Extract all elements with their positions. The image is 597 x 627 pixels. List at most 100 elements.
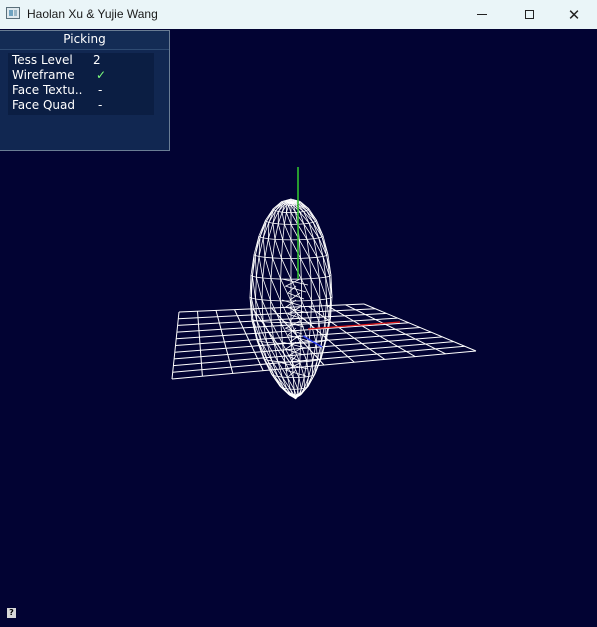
mesh-edge [306,342,310,362]
mesh-edge [303,222,310,225]
mesh-edge [284,224,292,241]
minimize-icon [477,14,487,15]
mesh-edge [281,258,292,280]
mesh-edge [264,238,269,258]
mesh-edge [263,237,269,240]
panel-title[interactable]: Picking [0,31,169,50]
mesh-edge [300,343,308,362]
mesh-edge [282,224,285,240]
mesh-edge [262,277,272,280]
mesh-edge [256,276,263,279]
mesh-edge [290,258,302,280]
mesh-edge [255,255,260,257]
mesh-edge [318,320,326,323]
app-icon[interactable] [6,7,20,19]
mesh-edge [255,298,263,301]
mesh-edge [310,278,321,300]
mesh-edge [272,223,276,240]
mesh-edge [252,275,257,278]
mesh-edge [310,277,320,280]
mesh-edge [282,239,292,259]
face-quad-value[interactable]: - [98,98,102,113]
mesh-edge [291,343,293,363]
mesh-edge [310,321,319,323]
grid-line [363,303,477,352]
mesh-edge [316,341,322,343]
minimize-button[interactable] [459,0,505,29]
mesh-edge [298,361,301,378]
mesh-edge [310,322,317,343]
mesh-edge [300,278,312,301]
tess-level-value[interactable]: 2 [93,53,101,68]
mesh-edge [319,298,327,301]
mesh-edge [258,256,265,258]
mesh-edge [266,221,270,223]
face-quad-label: Face Quad [12,98,75,112]
mesh-edge [304,376,309,378]
mesh-edge [254,255,257,278]
mesh-edge [262,257,266,279]
mesh-edge [251,297,256,300]
grid-line [177,312,387,326]
close-icon: ✕ [567,5,581,24]
mesh-edge [317,256,324,258]
mesh-edge [299,211,304,213]
mesh-edge [324,298,327,321]
mesh-edge [281,239,284,259]
wireframe-label: Wireframe [12,68,75,82]
mesh-edge [318,299,321,322]
window-title: Haolan Xu & Yujie Wang [27,7,158,21]
mesh-edge [319,276,326,279]
mesh-edge [326,297,331,300]
mesh-edge [261,278,264,300]
axes [297,167,401,348]
mesh-edge [308,223,315,239]
maximize-button[interactable] [506,0,552,29]
mesh-edge [274,239,282,259]
mesh-edge [281,278,309,286]
mesh-edge [267,238,273,259]
mesh-edge [255,277,257,300]
mesh-edge [261,299,271,301]
close-button[interactable]: ✕ [551,0,597,29]
face-texture-label: Face Textu.. [12,83,83,97]
title-bar[interactable]: Haolan Xu & Yujie Wang ✕ [0,0,597,29]
mesh-edge [318,236,323,239]
mesh-edge [280,278,292,302]
mesh-edge [250,276,253,299]
mesh-edge [277,223,284,240]
mesh-edge [272,257,282,280]
mesh-edge [274,223,279,240]
mesh-edge [318,278,321,300]
mesh-edge [259,236,264,239]
mesh-edge [272,239,276,258]
mesh-edge [306,360,313,362]
mesh-edge [255,256,260,278]
mesh-edge [313,237,319,240]
mesh-edge [303,361,308,378]
mesh-edge [308,221,314,224]
mesh-edge [330,275,333,298]
gl-viewport[interactable]: Picking Tess Level 2 Wireframe ✓ Face Te… [0,29,597,627]
mesh-edge [261,299,272,323]
mesh-edge [262,277,271,301]
mesh-edge [321,320,326,342]
panel-body: Tess Level 2 Wireframe ✓ Face Textu.. - … [8,53,154,115]
mesh-edge [264,256,273,259]
mesh-edge [318,321,323,342]
help-icon[interactable]: ? [7,608,16,618]
mesh-edge [298,377,302,389]
wireframe-check-icon[interactable]: ✓ [96,68,106,83]
mesh-edge [300,376,305,389]
mesh-edge [325,275,330,278]
mesh-edge [262,237,266,258]
mesh-edge [270,257,273,279]
mesh-edge [270,278,272,301]
mesh-edge [297,377,300,390]
mesh-edge [311,300,320,322]
mesh-edge [259,221,267,238]
mesh-edge [322,255,327,257]
face-texture-value[interactable]: - [98,83,102,98]
picking-panel[interactable]: Picking Tess Level 2 Wireframe ✓ Face Te… [0,30,170,151]
mesh-edge [255,277,263,300]
